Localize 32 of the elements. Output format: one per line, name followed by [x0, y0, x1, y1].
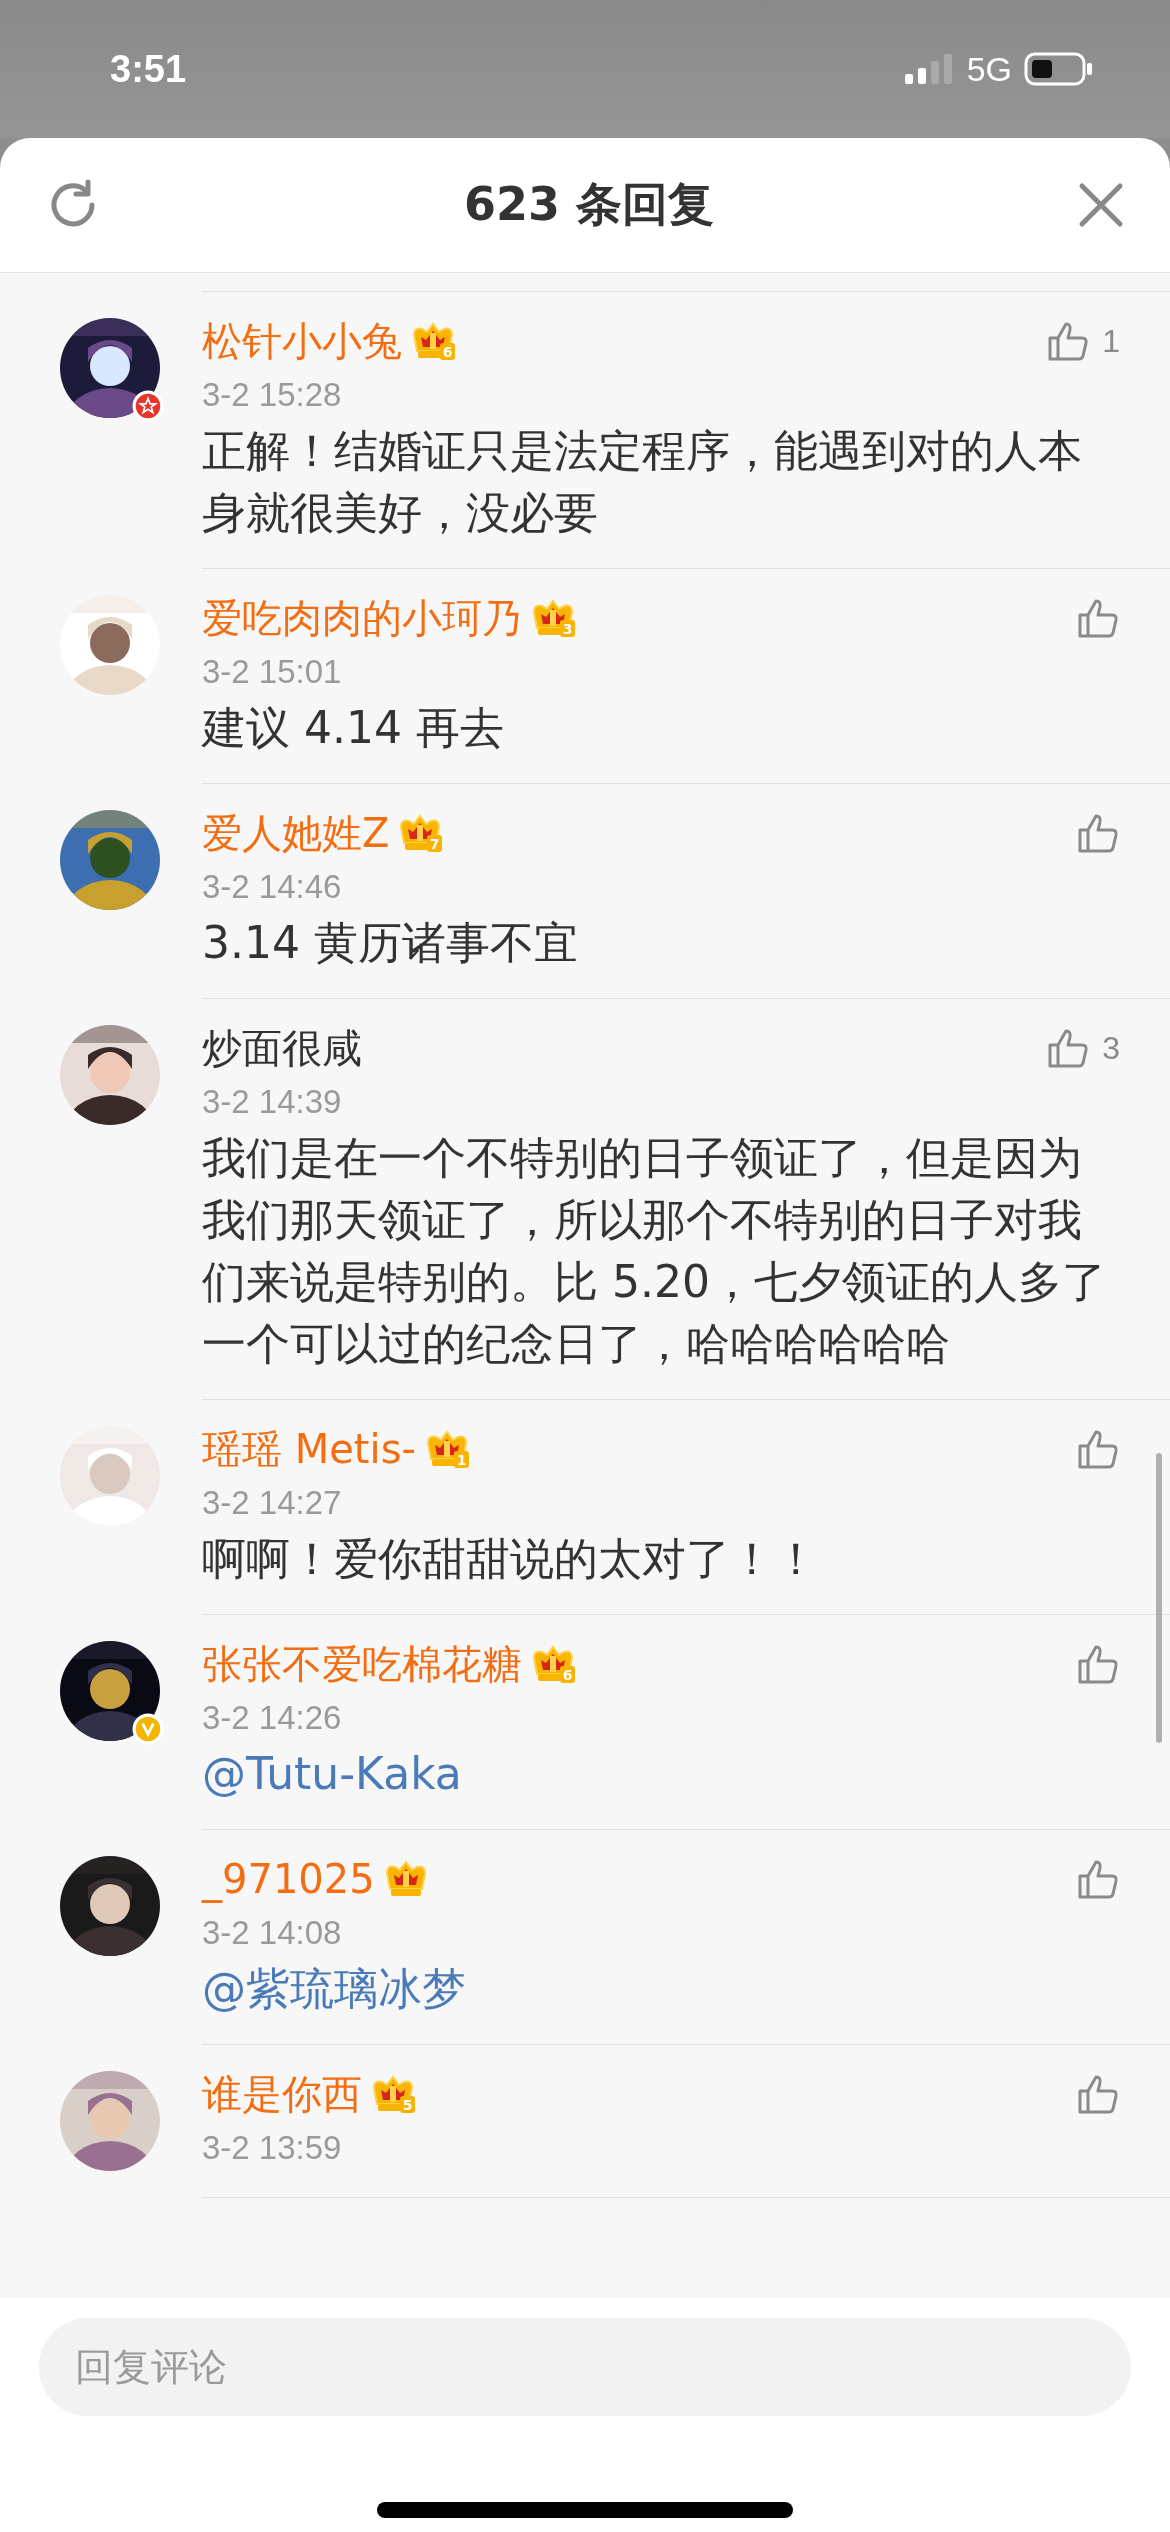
comment-time: 3-2 14:26	[202, 1698, 343, 1738]
battery-icon	[1024, 52, 1094, 86]
comment-text: 正解！结婚证只是法定程序，能遇到对的人本身就很美好，没必要	[202, 424, 1083, 540]
comment-text: 啊啊！爱你甜甜说的太对了！！	[202, 1532, 819, 1586]
user-name[interactable]: 瑶瑶 Metis-	[202, 1421, 416, 1477]
like-button[interactable]: 3	[1046, 1026, 1120, 1070]
user-name[interactable]: 爱人她姓Z	[202, 805, 390, 861]
reply-field[interactable]: 回复评论	[39, 2318, 1131, 2416]
user-name[interactable]: 张张不爱吃棉花糖	[202, 1636, 522, 1692]
comment-time: 3-2 13:59	[202, 2128, 343, 2168]
user-name[interactable]: 炒面很咸	[202, 1020, 362, 1076]
mention-link[interactable]: @紫琉璃冰梦	[202, 1958, 1170, 2020]
signal-icon	[904, 54, 955, 84]
comment-time: 3-2 15:01	[202, 652, 343, 692]
mention-link[interactable]: @Tutu-Kaka	[202, 1743, 1170, 1805]
comment-text: 建议 4.14 再去	[202, 701, 505, 755]
network-label: 5G	[966, 49, 1012, 89]
user-name[interactable]: _971025	[202, 1856, 375, 1902]
status-time: 3:51	[110, 47, 187, 91]
comment-time: 3-2 15:28	[202, 375, 343, 415]
comment-time: 3-2 14:27	[202, 1483, 343, 1523]
user-name[interactable]: 爱吃肉肉的小珂乃	[202, 590, 522, 646]
comment-time: 3-2 14:08	[202, 1913, 343, 1953]
sheet-title: 623 条回复	[463, 176, 714, 233]
close-icon[interactable]	[1078, 182, 1124, 228]
comment-text: 3.14 黄历诸事不宜	[202, 916, 579, 970]
user-name[interactable]: 松针小小兔	[202, 313, 402, 369]
comment-text: 我们是在一个不特别的日子领证了，但是因为我们那天领证了，所以那个不特别的日子对我们来说是特别的。比 5.20，七夕领证的人多了一个可以过的纪念日了，哈哈哈哈哈哈	[202, 1131, 1107, 1371]
like-button[interactable]: 1	[1046, 319, 1120, 363]
user-name[interactable]: 谁是你西	[202, 2066, 362, 2122]
comment-time: 3-2 14:46	[202, 867, 343, 907]
comment-time: 3-2 14:39	[202, 1082, 343, 1122]
